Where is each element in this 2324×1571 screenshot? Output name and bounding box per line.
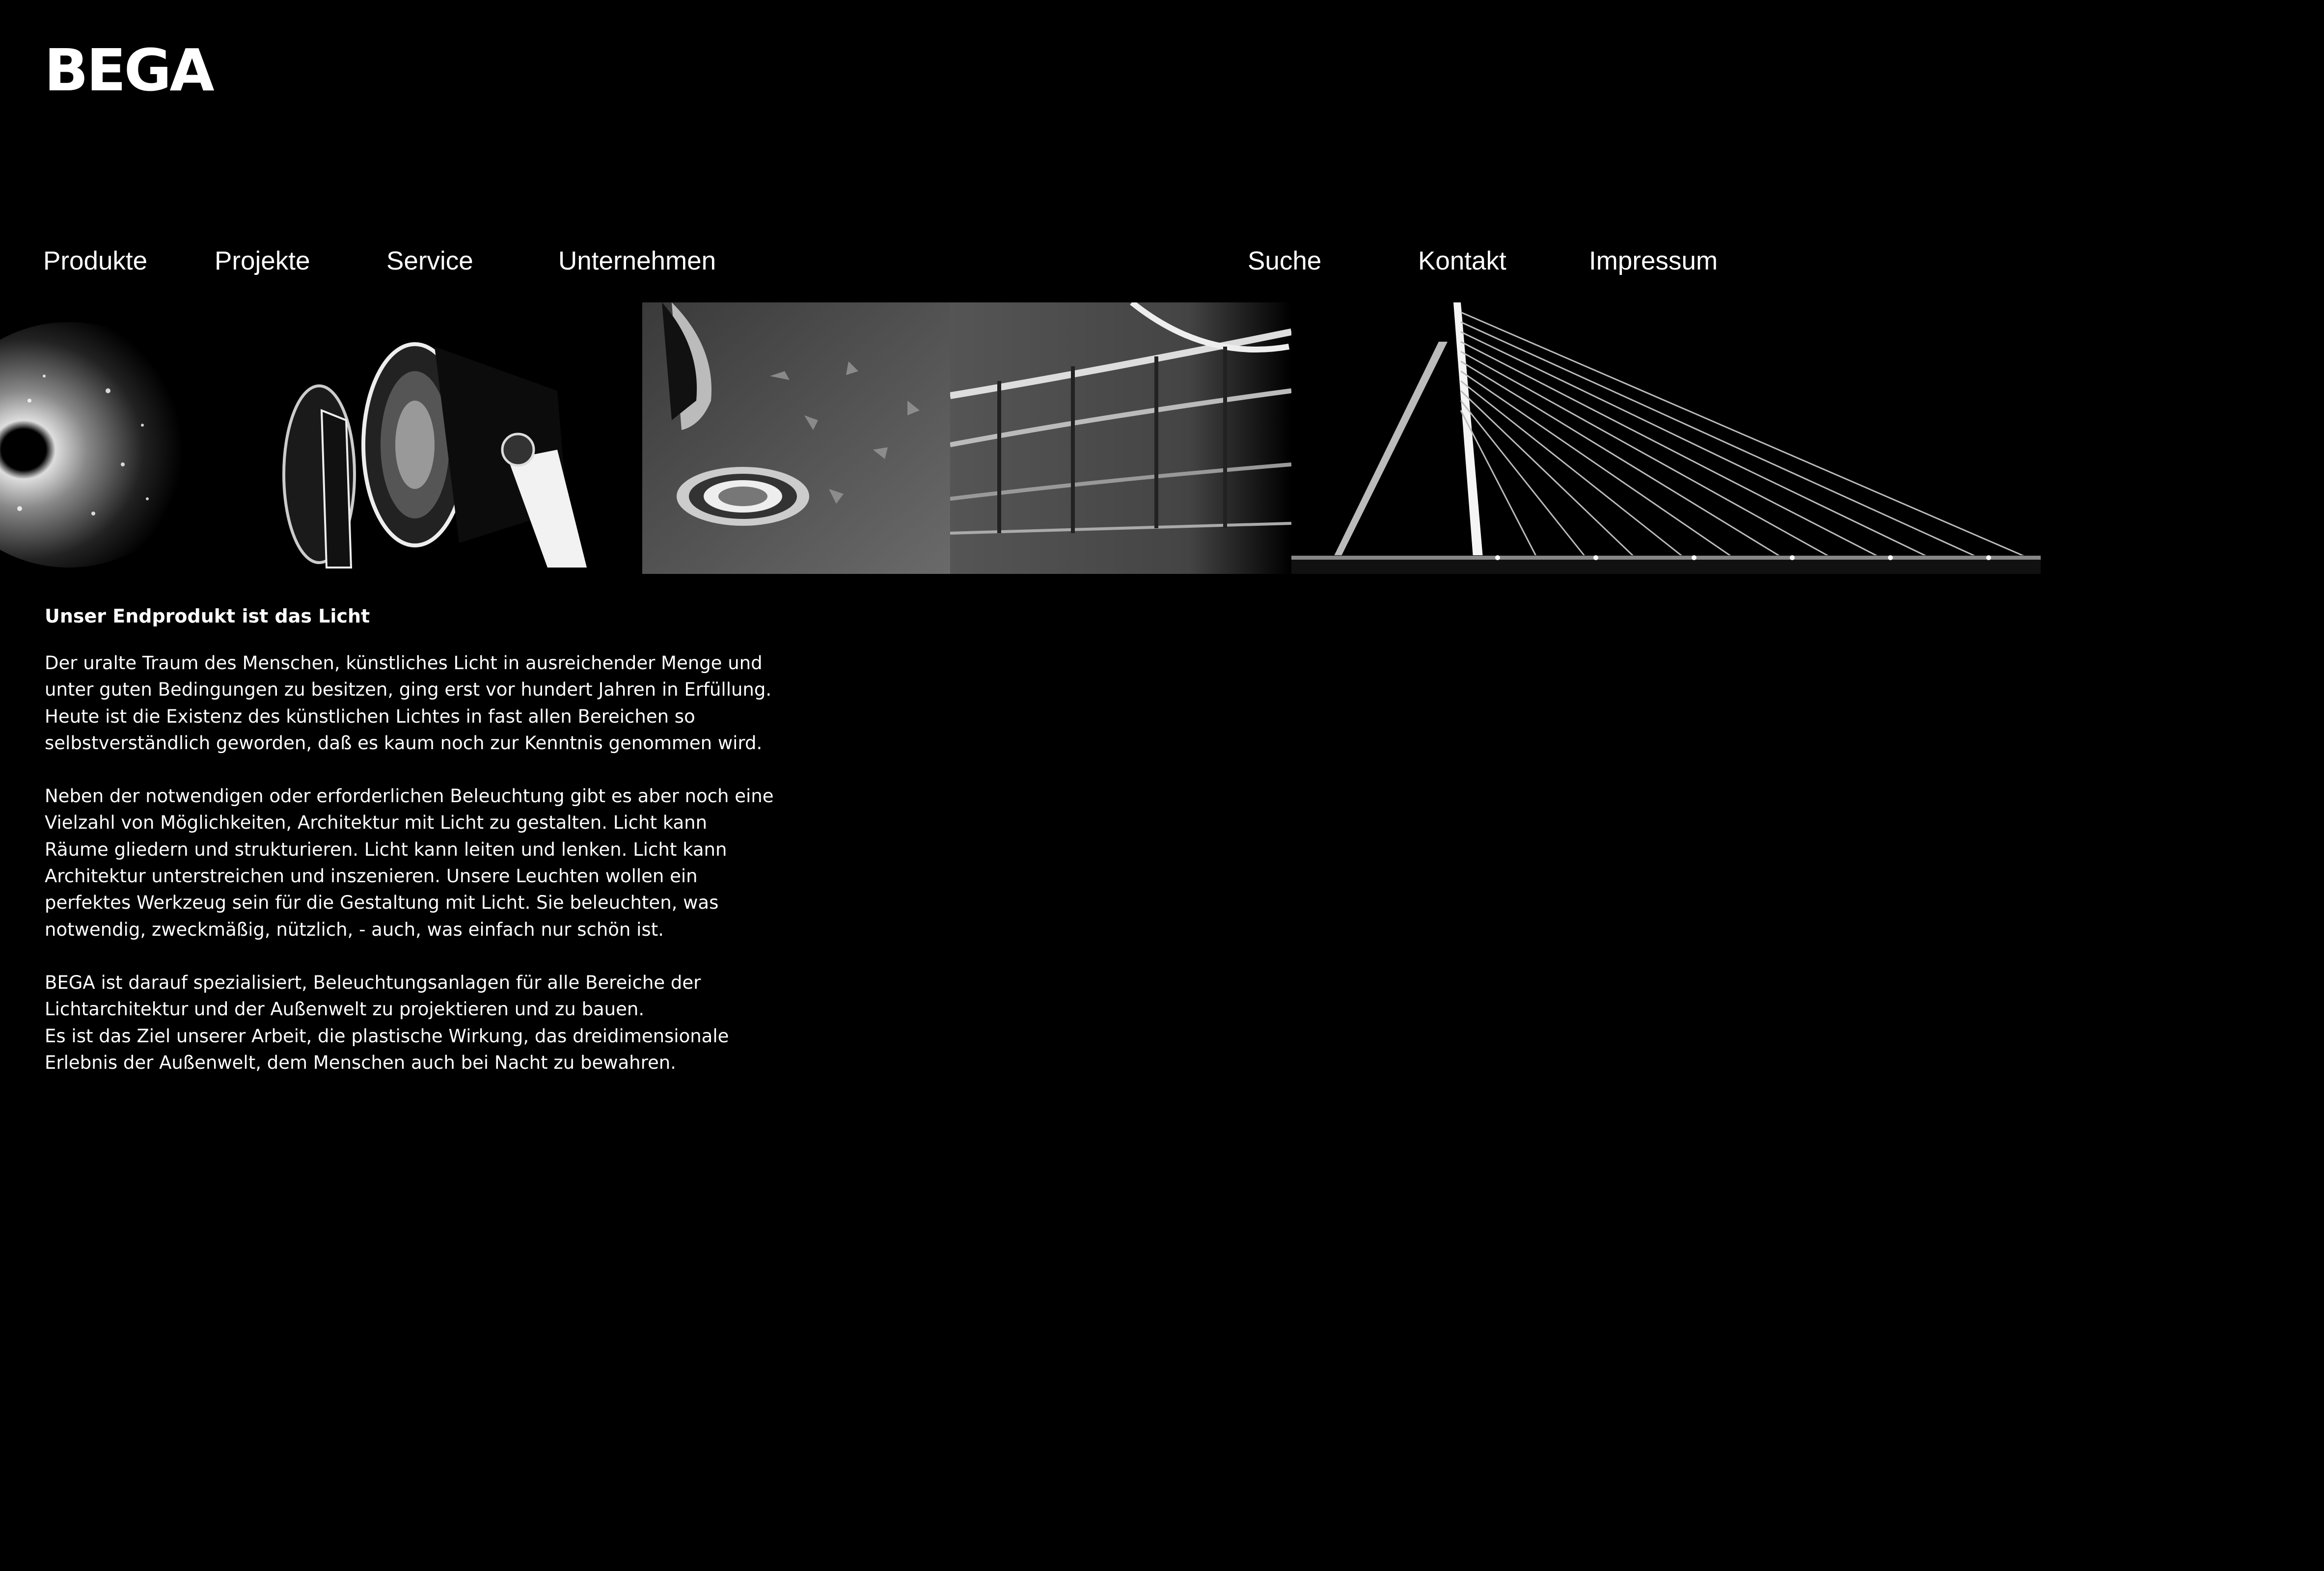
nav-item-service[interactable]: Service	[386, 248, 473, 274]
intro-content: Unser Endprodukt ist das Licht Der uralt…	[45, 603, 781, 1103]
spotlight-fixtures-image	[204, 302, 642, 574]
intro-paragraph-1: Der uralte Traum des Menschen, künstlich…	[45, 652, 772, 754]
bega-logo[interactable]: BEGA	[44, 41, 215, 99]
ground-light-image	[642, 302, 950, 574]
cable-bridge-image	[1291, 302, 2041, 574]
nav-item-impressum[interactable]: Impressum	[1589, 248, 1718, 274]
intro-paragraph-2: Neben der notwendigen oder erforderliche…	[45, 786, 774, 940]
nav-item-suche[interactable]: Suche	[1248, 248, 1321, 274]
content-headline: Unser Endprodukt ist das Licht	[45, 605, 370, 627]
nav-item-produkte[interactable]: Produkte	[43, 248, 147, 274]
curved-building-image	[950, 302, 1291, 574]
light-burst-image	[0, 302, 204, 574]
nav-item-projekte[interactable]: Projekte	[215, 248, 310, 274]
nav-item-unternehmen[interactable]: Unternehmen	[558, 248, 716, 274]
intro-paragraph-3: BEGA ist darauf spezialisiert, Beleuchtu…	[45, 972, 729, 1073]
nav-item-kontakt[interactable]: Kontakt	[1418, 248, 1506, 274]
